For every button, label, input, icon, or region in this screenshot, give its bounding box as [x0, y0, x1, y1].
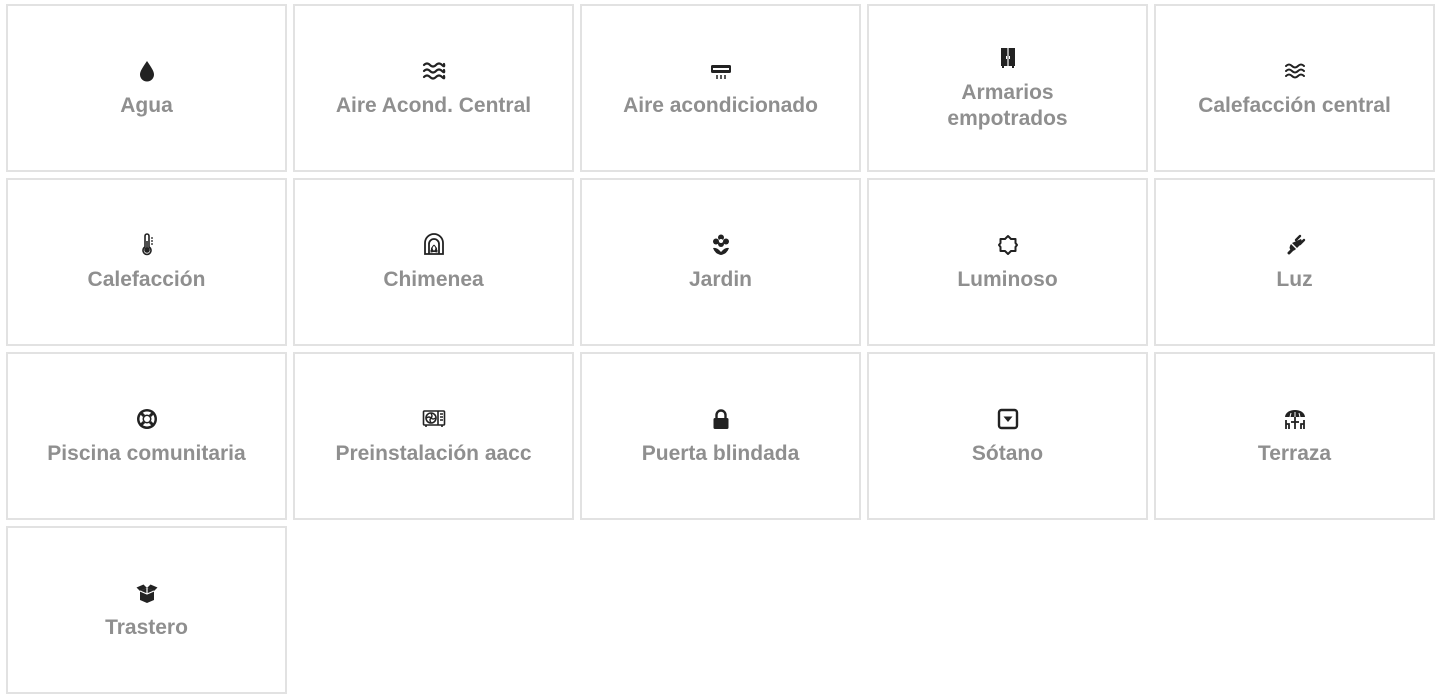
- feature-tile-preinstalacion-aacc[interactable]: Preinstalación aacc: [293, 352, 574, 520]
- open-box-icon: [133, 579, 161, 607]
- caret-square-down-icon: [994, 405, 1022, 433]
- feature-label: Armarios empotrados: [947, 81, 1068, 130]
- flower-icon: [707, 231, 735, 259]
- feature-label: Aire Acond. Central: [335, 94, 532, 117]
- feature-tile-agua[interactable]: Agua: [6, 4, 287, 172]
- feature-label: Jardin: [688, 268, 753, 291]
- life-ring-icon: [133, 405, 161, 433]
- feature-tile-puerta-blindada[interactable]: Puerta blindada: [580, 352, 861, 520]
- feature-tile-trastero[interactable]: Trastero: [6, 526, 287, 694]
- lock-icon: [707, 405, 735, 433]
- thermometer-icon: [133, 231, 161, 259]
- feature-tile-piscina-comunitaria[interactable]: Piscina comunitaria: [6, 352, 287, 520]
- feature-label: Calefacción: [87, 268, 206, 291]
- feature-label: Luminoso: [957, 268, 1058, 291]
- feature-label: Preinstalación aacc: [335, 442, 532, 465]
- feature-tile-jardin[interactable]: Jardin: [580, 178, 861, 346]
- fireplace-icon: [420, 231, 448, 259]
- plug-icon: [1281, 231, 1309, 259]
- feature-tile-armarios-empotrados[interactable]: Armarios empotrados: [867, 4, 1148, 172]
- feature-label: Chimenea: [383, 268, 484, 291]
- wardrobe-icon: [994, 44, 1022, 72]
- feature-tile-aire-acondicionado[interactable]: Aire acondicionado: [580, 4, 861, 172]
- feature-tile-terraza[interactable]: Terraza: [1154, 352, 1435, 520]
- heat-waves-icon: [1281, 57, 1309, 85]
- air-conditioner-icon: [707, 57, 735, 85]
- feature-tile-aire-acond-central[interactable]: Aire Acond. Central: [293, 4, 574, 172]
- feature-label: Calefacción central: [1198, 94, 1391, 117]
- feature-label: Luz: [1276, 268, 1313, 291]
- patio-umbrella-icon: [1281, 405, 1309, 433]
- feature-label: Aire acondicionado: [623, 94, 818, 117]
- feature-label: Trastero: [105, 616, 188, 639]
- feature-label: Puerta blindada: [641, 442, 800, 465]
- feature-tile-luz[interactable]: Luz: [1154, 178, 1435, 346]
- features-grid: Agua Aire Acond. Central Aire acondicion…: [6, 4, 1438, 694]
- sun-icon: [994, 231, 1022, 259]
- feature-label: Agua: [120, 94, 173, 117]
- feature-tile-sotano[interactable]: Sótano: [867, 352, 1148, 520]
- feature-tile-luminoso[interactable]: Luminoso: [867, 178, 1148, 346]
- ac-unit-icon: [420, 405, 448, 433]
- feature-tile-calefaccion[interactable]: Calefacción: [6, 178, 287, 346]
- water-drop-icon: [133, 57, 161, 85]
- wind-waves-icon: [420, 57, 448, 85]
- feature-label: Piscina comunitaria: [47, 442, 246, 465]
- feature-tile-calefaccion-central[interactable]: Calefacción central: [1154, 4, 1435, 172]
- feature-tile-chimenea[interactable]: Chimenea: [293, 178, 574, 346]
- feature-label: Terraza: [1257, 442, 1332, 465]
- feature-label: Sótano: [971, 442, 1044, 465]
